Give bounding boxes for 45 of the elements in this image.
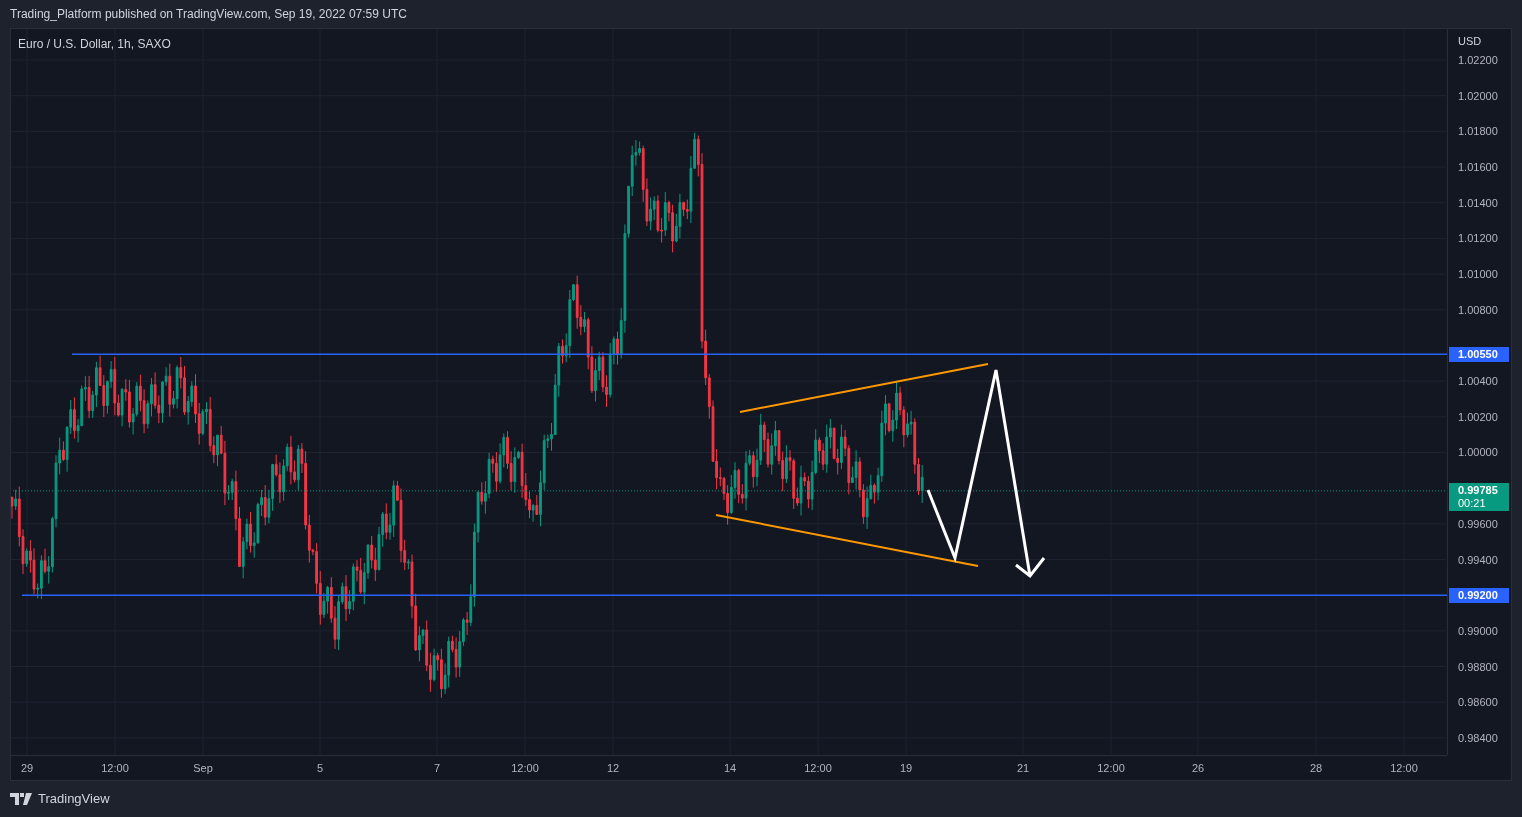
time-tick: 12:00 (804, 761, 832, 776)
price-tick: 1.00200 (1458, 409, 1498, 424)
price-tick: 1.01200 (1458, 231, 1498, 246)
price-tick: 1.02200 (1458, 53, 1498, 67)
projection-arrow[interactable] (926, 368, 1046, 579)
price-tick: 1.01600 (1458, 160, 1498, 175)
time-tick: 19 (899, 761, 913, 776)
price-tick: 0.98600 (1458, 695, 1498, 710)
price-tick: 1.00800 (1458, 302, 1498, 317)
logo-icon (10, 793, 32, 805)
time-tick: Sep (193, 761, 213, 776)
price-tick: 1.00000 (1458, 445, 1498, 460)
time-tick: 21 (1016, 761, 1030, 776)
price-tick: 1.01400 (1458, 195, 1498, 210)
bar-countdown: 00:21 (1458, 496, 1487, 510)
time-tick: 12:00 (1097, 761, 1125, 776)
symbol-legend: Euro / U.S. Dollar, 1h, SAXO (18, 35, 171, 53)
time-tick: 26 (1191, 761, 1205, 776)
price-tick: 0.99400 (1458, 552, 1498, 567)
price-tick: 0.98800 (1458, 659, 1498, 674)
time-tick: 12 (606, 761, 620, 776)
time-tick: 7 (433, 761, 441, 776)
price-tick: 0.99000 (1458, 623, 1498, 638)
price-tick: 1.01800 (1458, 124, 1498, 139)
time-tick: 29 (20, 761, 34, 776)
brand-name: TradingView (38, 790, 110, 809)
time-tick: 12:00 (1390, 761, 1418, 776)
price-tick: 1.02000 (1458, 88, 1498, 103)
price-tick: 0.99600 (1458, 516, 1498, 531)
horizontal-price-line[interactable] (71, 353, 1447, 356)
publisher-caption: Trading_Platform published on TradingView.com, Sep 19, 2022 07:59 UTC (10, 6, 407, 23)
price-tick: 1.00400 (1458, 374, 1498, 389)
price-line-badge: 0.99200 (1449, 588, 1509, 604)
time-tick: 12:00 (101, 761, 129, 776)
trend-line[interactable] (739, 363, 989, 413)
last-price: 0.99785 (1458, 483, 1499, 497)
price-tick: 0.98400 (1458, 730, 1498, 745)
price-tick: 1.01000 (1458, 267, 1498, 282)
time-tick: 5 (316, 761, 324, 776)
price-line-badge: 1.00550 (1449, 347, 1509, 363)
time-tick: 28 (1309, 761, 1323, 776)
time-tick: 14 (723, 761, 737, 776)
time-tick: 12:00 (511, 761, 539, 776)
trend-line[interactable] (715, 514, 979, 567)
currency-label: USD (1458, 34, 1482, 49)
